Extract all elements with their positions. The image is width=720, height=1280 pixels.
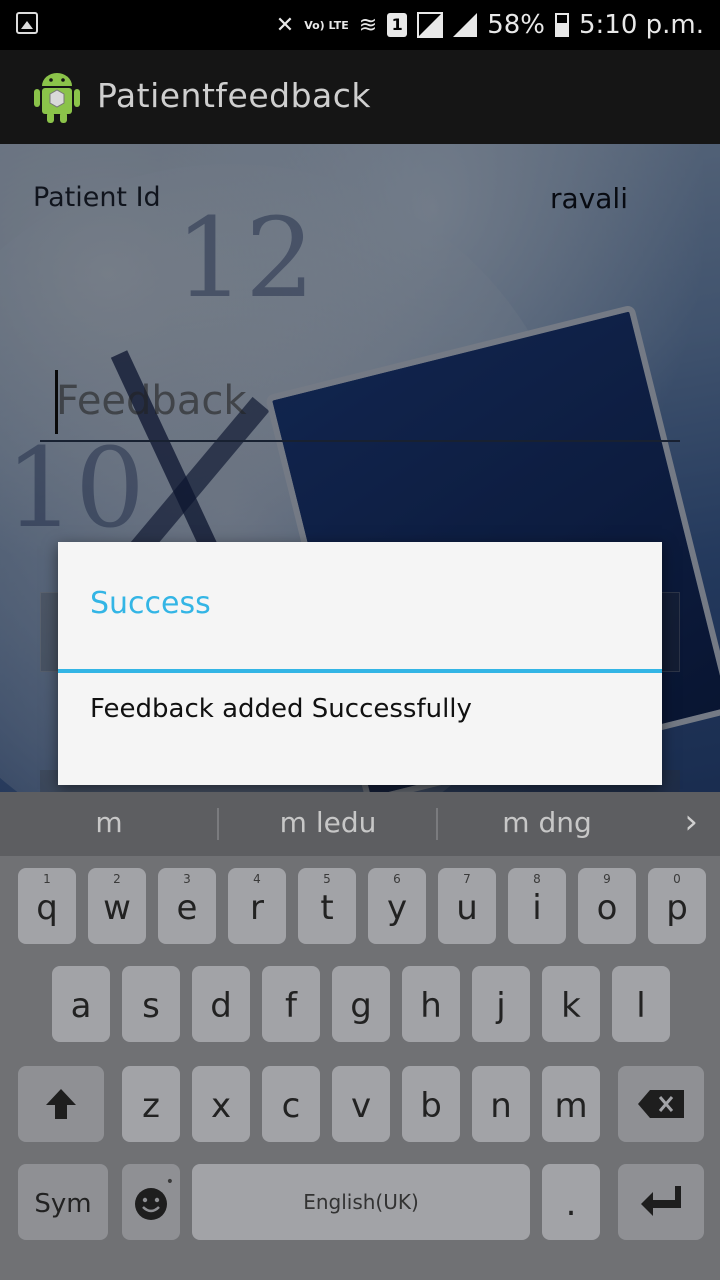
soft-keyboard: 1q 2w 3e 4r 5t 6y 7u 8i 9o 0p a s d f g … <box>0 856 720 1280</box>
image-notification-icon <box>16 12 38 34</box>
battery-icon <box>554 13 569 37</box>
keyboard-suggestion-bar: m m ledu m dng › <box>0 792 720 856</box>
backspace-icon <box>638 1090 684 1118</box>
emoji-key[interactable]: • <box>122 1164 180 1240</box>
clock-time: 5:10 p.m. <box>578 10 704 40</box>
shift-arrow-icon <box>46 1089 76 1119</box>
key-u[interactable]: 7u <box>438 868 496 944</box>
key-i[interactable]: 8i <box>508 868 566 944</box>
key-m[interactable]: m <box>542 1066 600 1142</box>
key-e[interactable]: 3e <box>158 868 216 944</box>
key-p[interactable]: 0p <box>648 868 706 944</box>
status-bar: ✕ Vo) LTE ≋ 1 58% 5:10 p.m. <box>0 0 720 50</box>
dialog-title: Success <box>90 586 211 621</box>
signal-icon <box>453 13 478 37</box>
signal-sim1-icon <box>417 12 444 38</box>
chevron-right-icon[interactable]: › <box>684 802 698 842</box>
suggestion-2[interactable]: m ledu <box>219 806 437 839</box>
sym-key[interactable]: Sym <box>18 1164 108 1240</box>
action-bar: Patientfeedback <box>0 50 720 144</box>
vibrate-mute-icon: ✕ <box>275 12 295 38</box>
key-d[interactable]: d <box>192 966 250 1042</box>
volte-icon: Vo) LTE <box>304 18 349 32</box>
status-icons: ✕ Vo) LTE ≋ 1 58% 5:10 p.m. <box>276 8 704 42</box>
key-w[interactable]: 2w <box>88 868 146 944</box>
key-x[interactable]: x <box>192 1066 250 1142</box>
mic-icon: • <box>165 1174 174 1190</box>
period-key[interactable]: . <box>542 1164 600 1240</box>
key-n[interactable]: n <box>472 1066 530 1142</box>
backspace-key[interactable] <box>618 1066 704 1142</box>
key-g[interactable]: g <box>332 966 390 1042</box>
key-k[interactable]: k <box>542 966 600 1042</box>
key-y[interactable]: 6y <box>368 868 426 944</box>
success-dialog: Success Feedback added Successfully <box>58 542 662 785</box>
key-s[interactable]: s <box>122 966 180 1042</box>
wifi-icon: ≋ <box>358 12 378 38</box>
key-z[interactable]: z <box>122 1066 180 1142</box>
key-q[interactable]: 1q <box>18 868 76 944</box>
dialog-divider <box>58 669 662 673</box>
sim-icon: 1 <box>387 13 408 37</box>
key-a[interactable]: a <box>52 966 110 1042</box>
key-o[interactable]: 9o <box>578 868 636 944</box>
key-r[interactable]: 4r <box>228 868 286 944</box>
key-v[interactable]: v <box>332 1066 390 1142</box>
app-title: Patientfeedback <box>97 76 371 115</box>
key-j[interactable]: j <box>472 966 530 1042</box>
battery-percent: 58% <box>487 10 545 40</box>
key-h[interactable]: h <box>402 966 460 1042</box>
suggestion-1[interactable]: m <box>0 806 218 839</box>
key-l[interactable]: l <box>612 966 670 1042</box>
emoji-icon <box>135 1188 167 1220</box>
key-t[interactable]: 5t <box>298 868 356 944</box>
key-b[interactable]: b <box>402 1066 460 1142</box>
android-app-icon <box>34 73 80 123</box>
key-f[interactable]: f <box>262 966 320 1042</box>
shift-key[interactable] <box>18 1066 104 1142</box>
suggestion-3[interactable]: m dng <box>438 806 656 839</box>
key-c[interactable]: c <box>262 1066 320 1142</box>
dialog-message: Feedback added Successfully <box>90 694 472 724</box>
space-key[interactable]: English(UK) <box>192 1164 530 1240</box>
enter-icon <box>641 1186 681 1216</box>
enter-key[interactable] <box>618 1164 704 1240</box>
